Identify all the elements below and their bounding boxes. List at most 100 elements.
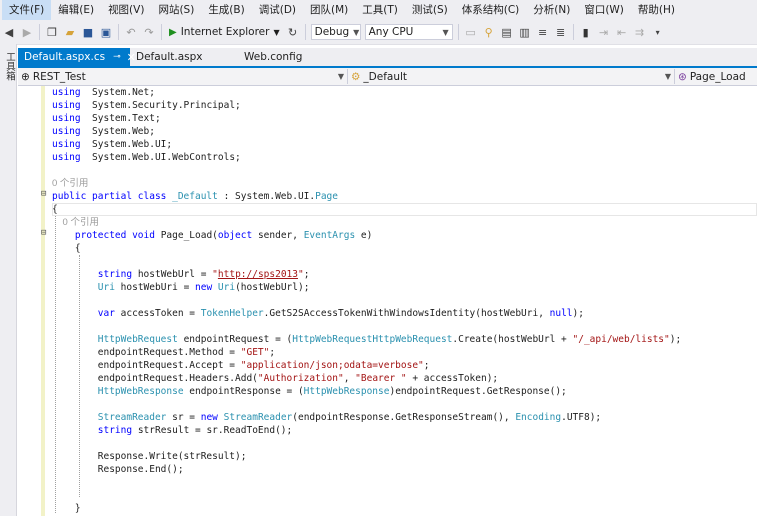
- tab-web-config[interactable]: Web.config: [224, 48, 304, 66]
- menu-item[interactable]: 体系结构(C): [455, 0, 527, 20]
- solution-configuration-select[interactable]: Debug ▼: [310, 24, 361, 40]
- menu-item[interactable]: 分析(N): [526, 0, 577, 20]
- bookmark-icon[interactable]: ▮: [577, 23, 595, 41]
- code-token: new: [200, 412, 224, 423]
- find-icon[interactable]: ⚲: [480, 23, 498, 41]
- toolbox-label[interactable]: 工具箱: [2, 52, 16, 81]
- toolbar-overflow-icon[interactable]: ▾: [649, 23, 667, 41]
- menu-item[interactable]: 窗口(W): [577, 0, 631, 20]
- code-token: using: [52, 100, 81, 111]
- undo-icon[interactable]: ↶: [122, 23, 140, 41]
- menu-item[interactable]: 调试(D): [252, 0, 303, 20]
- code-token: string: [97, 425, 133, 436]
- code-line: StreamReader sr = new StreamReader(endpo…: [52, 411, 757, 424]
- code-token: using: [52, 139, 81, 150]
- code-token: Uri: [217, 282, 236, 293]
- reference-count[interactable]: 0 个引用: [52, 217, 99, 228]
- code-line: endpointRequest.Method = "GET";: [52, 346, 757, 359]
- code-editor[interactable]: ⊟ ⊟ using System.Net; using System.Securi…: [18, 86, 757, 516]
- menu-item[interactable]: 生成(B): [201, 0, 251, 20]
- menu-item[interactable]: 工具(T): [355, 0, 405, 20]
- menu-item[interactable]: 视图(V): [101, 0, 151, 20]
- chevron-down-icon: ▼: [442, 27, 449, 37]
- code-line: endpointRequest.Accept = "application/js…: [52, 359, 757, 372]
- collapse-method-icon[interactable]: ⊟: [41, 228, 46, 238]
- code-token: hostWebUri =: [114, 282, 196, 293]
- code-token: System.Web.UI;: [80, 139, 173, 150]
- code-token: _Default: [172, 191, 218, 202]
- comment-icon[interactable]: ≡: [534, 23, 552, 41]
- code-line: string strResult = sr.ReadToEnd();: [52, 424, 757, 437]
- menu-item[interactable]: 网站(S): [151, 0, 201, 20]
- menu-item[interactable]: 文件(F): [2, 0, 52, 20]
- tab-default-aspx[interactable]: Default.aspx: [130, 48, 224, 66]
- collapse-class-icon[interactable]: ⊟: [41, 189, 46, 199]
- code-line: endpointRequest.Headers.Add("Authorizati…: [52, 372, 757, 385]
- project-dropdown[interactable]: ⊕ REST_Test ▼: [18, 69, 348, 84]
- code-line: Response.Write(strResult);: [52, 450, 757, 463]
- clear-bookmarks-icon[interactable]: ⇉: [631, 23, 649, 41]
- code-token: StreamReader: [223, 412, 293, 423]
- tab-default-aspx-cs[interactable]: Default.aspx.cs ⊸ ✕: [18, 48, 136, 66]
- refresh-icon[interactable]: ↻: [284, 23, 302, 41]
- next-bookmark-icon[interactable]: ⇥: [595, 23, 613, 41]
- tab-label: Default.aspx: [136, 51, 203, 63]
- class-dropdown[interactable]: ⚙ _Default ▼: [348, 69, 675, 84]
- pin-icon[interactable]: ⊸: [113, 52, 121, 62]
- code-token: endpointRequest.Headers.Add(: [52, 373, 258, 384]
- code-token: "Bearer ": [355, 373, 407, 384]
- prev-bookmark-icon[interactable]: ⇤: [613, 23, 631, 41]
- columns-icon[interactable]: ▥: [516, 23, 534, 41]
- toolbox-strip[interactable]: 工具箱: [0, 44, 17, 516]
- menu-item[interactable]: 帮助(H): [631, 0, 682, 20]
- code-token: hostWebUrl =: [132, 269, 213, 280]
- code-token: .UTF8);: [561, 412, 602, 423]
- menu-item[interactable]: 测试(S): [405, 0, 455, 20]
- menu-item[interactable]: 编辑(E): [51, 0, 101, 20]
- code-line: {: [52, 203, 757, 216]
- code-text[interactable]: using System.Net; using System.Security.P…: [52, 86, 757, 516]
- new-project-icon[interactable]: ❐: [43, 23, 61, 41]
- save-icon[interactable]: ■: [79, 23, 97, 41]
- code-token: var: [97, 308, 115, 319]
- save-all-icon[interactable]: ▣: [97, 23, 115, 41]
- code-token: ;: [269, 347, 276, 358]
- start-debugging-button[interactable]: ▶ Internet Explorer ▼: [165, 26, 284, 38]
- code-token: using: [52, 152, 81, 163]
- code-token: System.Net;: [80, 87, 155, 98]
- open-folder-icon[interactable]: ▰: [61, 23, 79, 41]
- code-line: 0 个引用: [52, 177, 757, 190]
- member-dropdown[interactable]: ⊛ Page_Load: [675, 69, 757, 84]
- code-token: strResult = sr.ReadToEnd();: [132, 425, 293, 436]
- redo-icon[interactable]: ↷: [140, 23, 158, 41]
- code-token: StreamReader: [97, 412, 167, 423]
- code-token: using: [52, 113, 81, 124]
- layout-icon[interactable]: ▤: [498, 23, 516, 41]
- code-token: }: [52, 503, 81, 514]
- toolbar-separator: [161, 24, 162, 40]
- reference-count[interactable]: 0 个引用: [52, 178, 88, 189]
- menu-item[interactable]: 团队(M): [303, 0, 355, 20]
- chevron-down-icon: ▼: [353, 27, 360, 37]
- forward-icon[interactable]: ▶: [18, 23, 36, 41]
- uncomment-icon[interactable]: ≣: [552, 23, 570, 41]
- code-line: public partial class _Default : System.W…: [52, 190, 757, 203]
- code-token: protected void: [74, 230, 155, 241]
- code-token: (hostWebUrl);: [235, 282, 310, 293]
- code-line: HttpWebResponse endpointResponse = (Http…: [52, 385, 757, 398]
- code-token: HttpWebResponse: [97, 386, 184, 397]
- solution-platform-select[interactable]: Any CPU ▼: [364, 24, 453, 40]
- code-token: null: [549, 308, 573, 319]
- class-value: _Default: [363, 70, 408, 83]
- chevron-down-icon[interactable]: ▼: [273, 28, 279, 37]
- code-token: "GET": [240, 347, 270, 358]
- code-token: sr =: [166, 412, 201, 423]
- code-token: string: [97, 269, 133, 280]
- back-icon[interactable]: ◀: [0, 23, 18, 41]
- attach-icon[interactable]: ▭: [462, 23, 480, 41]
